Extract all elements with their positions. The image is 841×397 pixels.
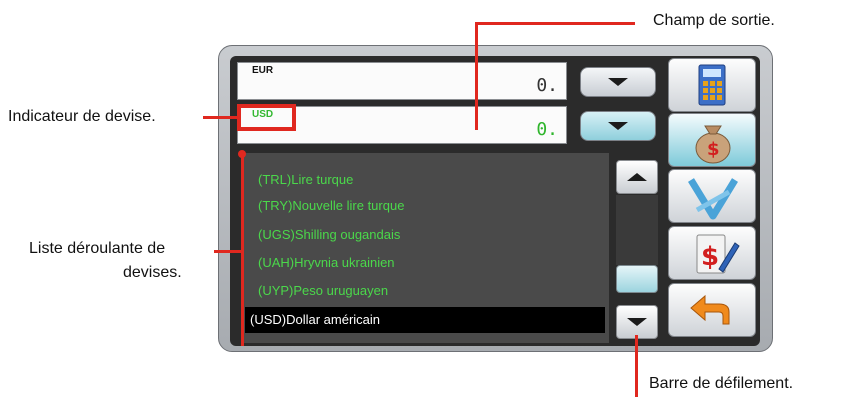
arrows-icon [688,178,738,220]
scroll-down-button[interactable] [616,305,658,339]
callout-scrollbar: Barre de défilement. [649,375,794,392]
callout-currency-list-line2: devises. [123,264,182,281]
calculator-button[interactable] [668,58,756,112]
callout-line [203,116,237,119]
scrollbar-thumb[interactable] [616,265,658,293]
svg-text:$: $ [701,242,719,272]
list-item[interactable]: (TRL)Lire turque [258,172,353,187]
chevron-down-icon [608,78,628,86]
callout-line [475,22,635,25]
list-item[interactable]: (TRY)Nouvelle lire turque [258,198,404,213]
callout-currency-list-line1: Liste déroulante de [29,240,166,257]
to-currency-dropdown-button[interactable] [580,111,656,141]
chart-button[interactable] [668,169,756,223]
list-item[interactable]: (UAH)Hryvnia ukrainien [258,255,395,270]
list-item[interactable]: (UYP)Peso uruguayen [258,283,388,298]
svg-text:$: $ [707,139,720,160]
chevron-down-icon [608,122,628,130]
back-arrow-icon [690,294,730,325]
chevron-down-icon [627,318,647,326]
scroll-up-button[interactable] [616,160,658,194]
output-value: 0. [536,119,558,140]
from-currency-dropdown-button[interactable] [580,67,656,97]
from-currency-code: EUR [252,65,274,76]
callout-line [635,335,638,397]
edit-rates-button[interactable]: $ [668,226,756,280]
money-bag-icon: $ [695,125,731,164]
back-button[interactable] [668,283,756,337]
list-item[interactable]: (UGS)Shilling ougandais [258,227,400,242]
callout-line [475,22,478,130]
callout-currency-indicator: Indicateur de devise. [8,108,156,125]
converter-button[interactable]: $ [668,113,756,167]
chevron-up-icon [627,173,647,181]
callout-line [214,250,242,253]
selected-list-item[interactable]: (USD)Dollar américain [250,312,380,327]
calculator-icon [698,64,726,106]
from-currency-field[interactable]: EUR 0. [237,62,567,100]
currency-edit-icon: $ [696,234,740,274]
from-currency-value: 0. [536,75,558,96]
scrollbar-track[interactable] [616,195,658,265]
callout-output-field: Champ de sortie. [653,12,775,29]
currency-indicator-highlight [237,104,296,131]
